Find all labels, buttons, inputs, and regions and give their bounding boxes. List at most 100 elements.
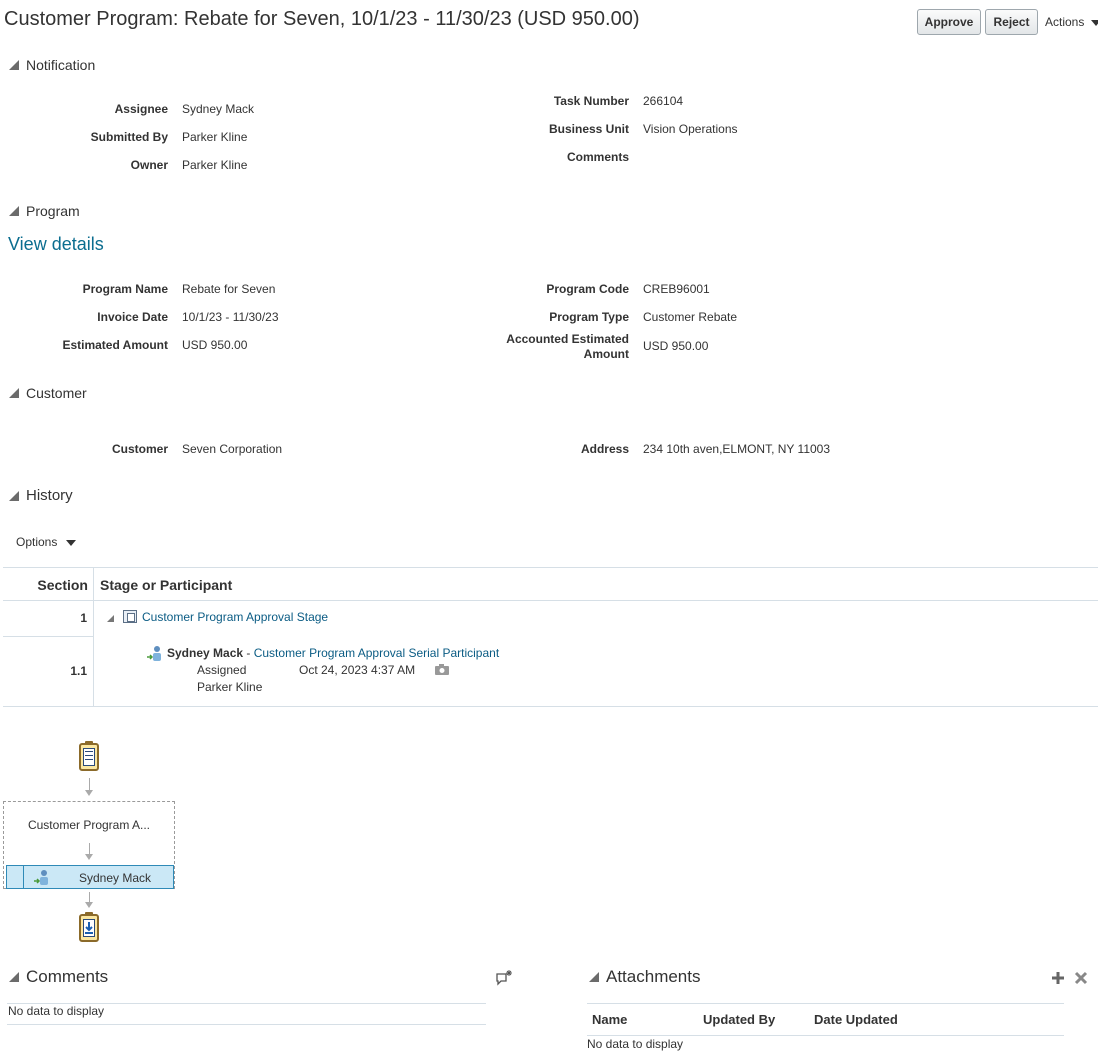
task-number-value: 266104 xyxy=(643,94,684,108)
stage-box-label: Customer Program A... xyxy=(27,818,151,832)
start-task-icon xyxy=(79,741,99,771)
participant-by: Parker Kline xyxy=(197,680,263,694)
task-number-label: Task Number xyxy=(553,94,629,108)
comments-bottom-border xyxy=(7,1024,486,1025)
business-unit-label: Business Unit xyxy=(548,122,629,136)
address-label: Address xyxy=(580,442,629,456)
delete-icon[interactable] xyxy=(1073,970,1089,986)
actions-label: Actions xyxy=(1045,15,1085,29)
row-divider xyxy=(3,636,93,637)
program-name-label: Program Name xyxy=(82,282,168,296)
section-number: 1 xyxy=(80,611,87,625)
name-column-header[interactable]: Name xyxy=(592,1012,627,1027)
accounted-estimated-amount-label: Accounted Estimated Amount xyxy=(506,332,629,362)
add-icon[interactable] xyxy=(1050,970,1066,986)
history-table-top-border xyxy=(3,567,1098,568)
notification-heading: Notification xyxy=(26,57,96,73)
submitted-by-value: Parker Kline xyxy=(182,130,248,144)
collapse-triangle-icon xyxy=(9,206,19,216)
page-title: Customer Program: Rebate for Seven, 10/1… xyxy=(4,8,640,30)
flow-arrow-icon xyxy=(85,790,93,796)
collapse-triangle-icon xyxy=(9,60,19,70)
participant-node-label: Sydney Mack xyxy=(79,871,152,885)
comments-section-header[interactable]: Comments xyxy=(9,967,108,987)
business-unit-value: Vision Operations xyxy=(643,122,738,136)
customer-value: Seven Corporation xyxy=(182,442,283,456)
customer-heading: Customer xyxy=(26,385,87,401)
participant-name: Sydney Mack xyxy=(167,646,244,660)
flow-arrow-icon xyxy=(85,854,93,860)
program-type-value: Customer Rebate xyxy=(643,310,738,324)
flow-connector xyxy=(89,843,90,854)
stage-icon xyxy=(123,610,137,623)
program-code-label: Program Code xyxy=(546,282,629,296)
column-divider xyxy=(93,568,94,706)
attachments-empty-text: No data to display xyxy=(587,1037,684,1051)
owner-label: Owner xyxy=(130,158,168,172)
updated-by-column-header[interactable]: Updated By xyxy=(703,1012,775,1027)
date-updated-column-header[interactable]: Date Updated xyxy=(814,1012,898,1027)
accounted-label-line2: Amount xyxy=(583,347,629,361)
view-details-link[interactable]: View details xyxy=(8,234,104,255)
history-table-bottom-border xyxy=(3,706,1098,707)
history-section-header[interactable]: History xyxy=(9,487,73,504)
expand-triangle-icon[interactable] xyxy=(107,615,114,622)
comments-heading: Comments xyxy=(26,967,109,986)
participant-icon xyxy=(146,645,164,663)
stage-column-header[interactable]: Stage or Participant xyxy=(100,577,232,593)
program-name-value: Rebate for Seven xyxy=(182,282,276,296)
comments-empty-text: No data to display xyxy=(8,1004,105,1018)
attachments-header-border xyxy=(587,1035,1064,1036)
actions-menu[interactable]: Actions xyxy=(1045,15,1098,29)
collapse-triangle-icon xyxy=(9,388,19,398)
owner-value: Parker Kline xyxy=(182,158,248,172)
participant-separator: - xyxy=(243,646,254,660)
accounted-label-line1: Accounted Estimated xyxy=(506,332,629,346)
section-number: 1.1 xyxy=(70,664,87,678)
participant-status: Assigned xyxy=(197,663,247,677)
program-code-value: CREB96001 xyxy=(643,282,710,296)
reject-button[interactable]: Reject xyxy=(985,9,1038,35)
comments-label: Comments xyxy=(566,150,629,164)
estimated-amount-value: USD 950.00 xyxy=(182,338,248,352)
participant-role-link[interactable]: Customer Program Approval Serial Partici… xyxy=(254,646,499,660)
notification-section-header[interactable]: Notification xyxy=(9,57,95,73)
accounted-estimated-amount-value: USD 950.00 xyxy=(643,339,709,353)
collapse-triangle-icon xyxy=(9,490,19,501)
camera-icon[interactable] xyxy=(435,664,449,675)
add-comment-icon[interactable] xyxy=(495,969,513,987)
invoice-date-label: Invoice Date xyxy=(97,310,168,324)
attachments-heading: Attachments xyxy=(606,967,701,986)
options-label: Options xyxy=(16,535,58,549)
history-header-border xyxy=(3,600,1098,601)
end-task-icon xyxy=(79,912,99,942)
participant-date: Oct 24, 2023 4:37 AM xyxy=(299,663,416,677)
flow-arrow-icon xyxy=(85,902,93,908)
participant-node[interactable]: Sydney Mack xyxy=(6,865,174,889)
flow-connector xyxy=(89,892,90,902)
participant-line: Sydney Mack - Customer Program Approval … xyxy=(167,646,499,660)
submitted-by-label: Submitted By xyxy=(90,130,168,144)
dropdown-arrow-icon xyxy=(1090,19,1098,26)
attachments-top-border xyxy=(587,1003,1064,1004)
estimated-amount-label: Estimated Amount xyxy=(62,338,168,352)
section-column-header[interactable]: Section xyxy=(37,577,88,593)
options-menu[interactable]: Options xyxy=(16,535,76,549)
approve-button[interactable]: Approve xyxy=(917,9,981,35)
attachments-section-header[interactable]: Attachments xyxy=(589,967,701,987)
collapse-triangle-icon xyxy=(9,972,19,982)
assignee-value: Sydney Mack xyxy=(182,102,255,116)
collapse-triangle-icon xyxy=(589,972,599,982)
dropdown-arrow-icon xyxy=(65,539,76,546)
address-value: 234 10th aven,ELMONT, NY 11003 xyxy=(643,442,831,456)
program-section-header[interactable]: Program xyxy=(9,203,80,219)
stage-link[interactable]: Customer Program Approval Stage xyxy=(142,610,328,624)
participant-icon xyxy=(33,869,51,887)
assignee-label: Assignee xyxy=(114,102,168,116)
history-heading: History xyxy=(26,487,73,504)
customer-section-header[interactable]: Customer xyxy=(9,385,87,401)
invoice-date-value: 10/1/23 - 11/30/23 xyxy=(182,310,279,324)
customer-label: Customer xyxy=(111,442,168,456)
program-heading: Program xyxy=(26,203,80,219)
program-type-label: Program Type xyxy=(549,310,629,324)
